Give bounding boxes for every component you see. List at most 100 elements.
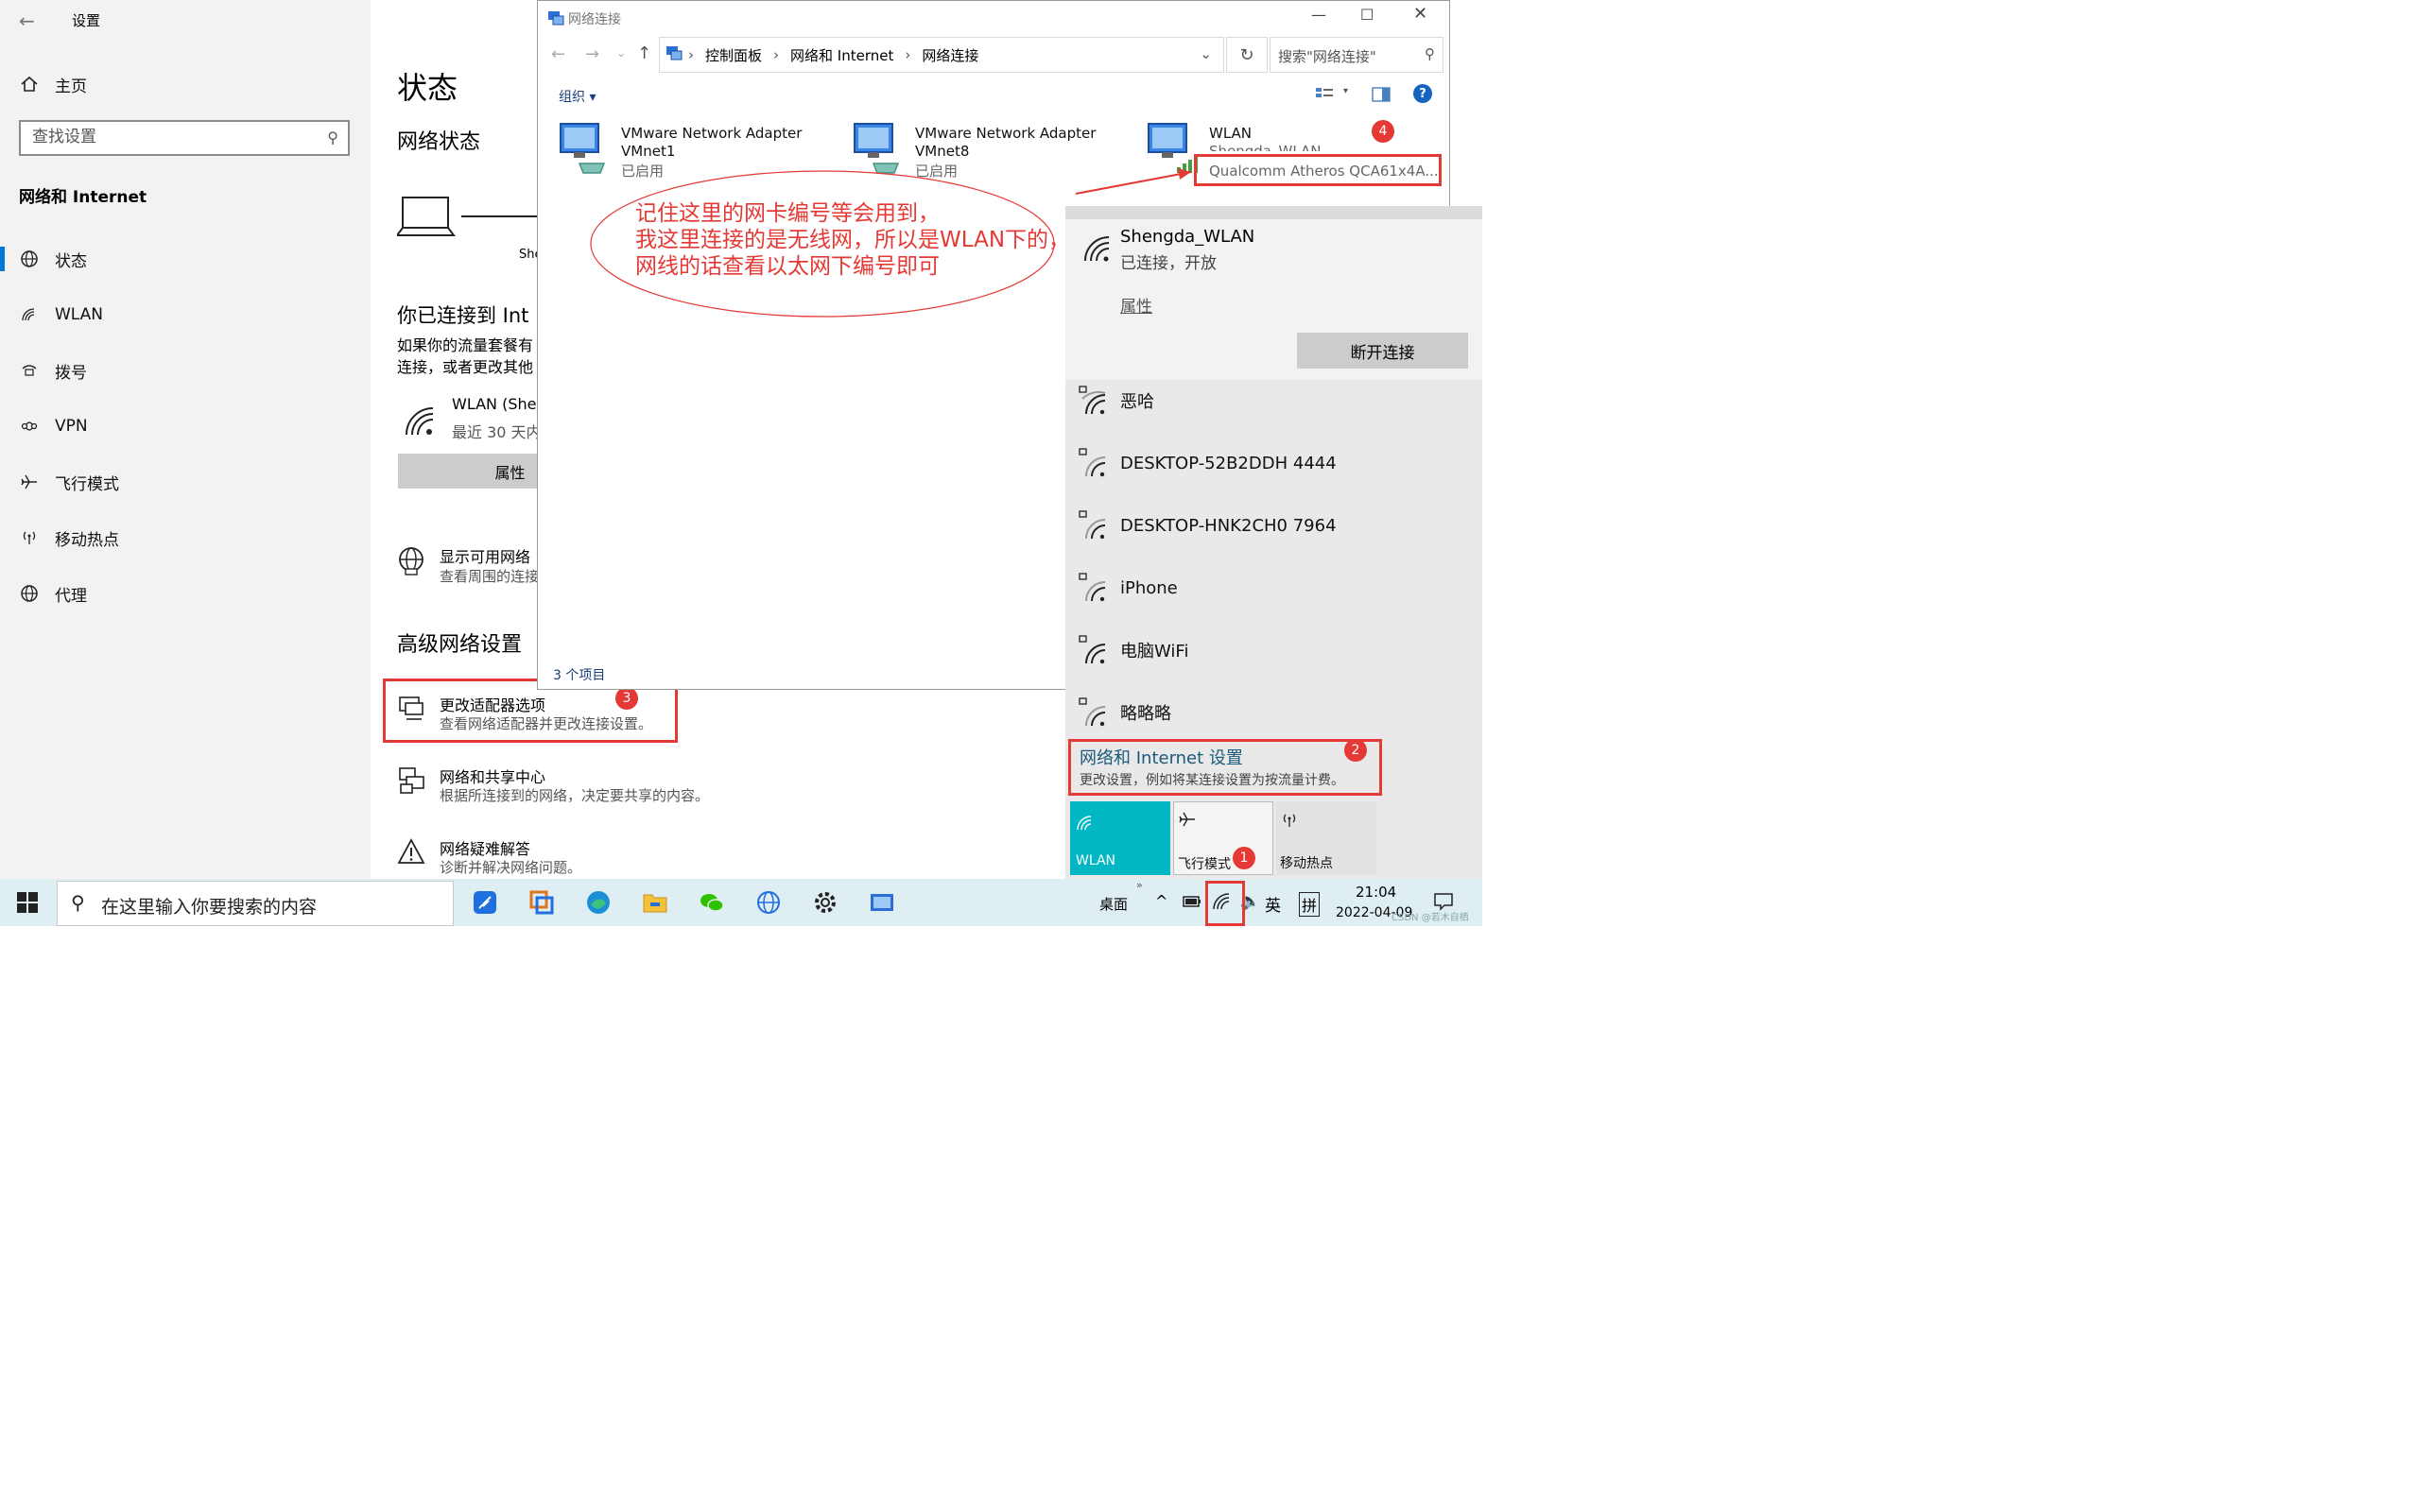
desktop-toolbar-label[interactable]: 桌面	[1099, 894, 1128, 914]
feather-app-icon[interactable]	[469, 886, 501, 919]
airplane-quick-tile[interactable]: 飞行模式	[1173, 801, 1273, 875]
close-button[interactable]: ✕	[1413, 4, 1427, 24]
globe-app-icon[interactable]	[752, 886, 785, 919]
badge-2: 2	[1344, 739, 1367, 762]
breadcrumb-separator: ›	[688, 46, 694, 63]
dialup-icon	[17, 358, 42, 383]
network-list-item[interactable]: 电脑WiFi	[1079, 635, 1188, 665]
back-arrow-icon[interactable]: ←	[19, 9, 35, 32]
vpn-icon	[17, 414, 42, 438]
up-arrow-icon[interactable]: ↑	[637, 43, 651, 63]
clock-time[interactable]: 21:04	[1356, 884, 1396, 901]
breadcrumb-separator: ›	[773, 46, 780, 63]
search-icon[interactable]: ⚲	[327, 129, 338, 146]
maximize-button[interactable]: ☐	[1360, 6, 1374, 24]
laptop-icon	[395, 194, 458, 243]
airplane-icon	[17, 470, 42, 494]
address-bar[interactable]: › 控制面板 › 网络和 Internet › 网络连接 ⌄	[659, 37, 1224, 73]
troubleshoot-link[interactable]: 网络疑难解答	[440, 836, 530, 859]
taskbar-search-box[interactable]: ⚲ 在这里输入你要搜索的内容	[57, 881, 454, 926]
settings-search-input[interactable]	[21, 122, 318, 152]
wlan-name: WLAN (Sher	[452, 395, 544, 413]
breadcrumb-network-internet[interactable]: 网络和 Internet	[790, 45, 893, 65]
hotspot-quick-tile[interactable]: 移动热点	[1276, 801, 1376, 875]
back-arrow-icon[interactable]: ←	[551, 44, 565, 64]
nav-hotspot[interactable]: 移动热点	[17, 525, 119, 550]
highlight-box-1	[1205, 881, 1245, 926]
wifi-icon	[403, 404, 435, 440]
globe-icon	[17, 581, 42, 606]
nav-wlan[interactable]: WLAN	[17, 302, 103, 327]
chevron-down-icon[interactable]: ⌄	[1200, 45, 1212, 62]
badge-4: 4	[1372, 120, 1394, 143]
globe-icon	[17, 247, 42, 271]
refresh-button[interactable]: ↻	[1226, 37, 1268, 73]
nav-home[interactable]: 主页	[17, 72, 87, 96]
annotation-line: 我这里连接的是无线网，所以是WLAN下的，	[635, 228, 1071, 252]
edge-browser-icon[interactable]	[582, 886, 614, 919]
network-list-item[interactable]: DESKTOP-52B2DDH 4444	[1079, 448, 1337, 478]
item-count: 3 个项目	[553, 668, 606, 683]
network-list-item[interactable]: DESKTOP-HNK2CH0 7964	[1079, 510, 1337, 541]
file-explorer-icon[interactable]	[639, 886, 671, 919]
csdn-watermark: CSDN @若木自栖	[1392, 913, 1469, 923]
battery-icon[interactable]	[1182, 894, 1202, 913]
connected-heading: 你已连接到 Int	[397, 304, 529, 327]
input-language-indicator[interactable]: 英	[1265, 892, 1281, 916]
sharing-center-link[interactable]: 网络和共享中心	[440, 765, 545, 787]
help-icon[interactable]: ?	[1413, 84, 1432, 103]
network-connections-taskbar-icon[interactable]	[866, 886, 898, 919]
wlan-properties-button[interactable]: 属性	[398, 454, 537, 489]
view-dropdown-icon[interactable]: ▾	[1343, 86, 1348, 96]
view-options-icon[interactable]	[1315, 86, 1336, 107]
wifi-icon	[1076, 815, 1093, 835]
connected-network-panel: Shengda_WLAN 已连接，开放 属性 断开连接	[1065, 219, 1482, 380]
nav-proxy[interactable]: 代理	[17, 581, 87, 606]
minimize-button[interactable]: —	[1311, 6, 1326, 24]
organize-menu[interactable]: 组织 ▾	[559, 87, 596, 106]
connection-line	[461, 215, 537, 217]
settings-gear-icon[interactable]	[809, 886, 841, 919]
wechat-icon[interactable]	[696, 886, 728, 919]
nav-airplane[interactable]: 飞行模式	[17, 470, 119, 494]
control-panel-icon	[666, 44, 683, 65]
show-hidden-icons-chevron-icon[interactable]: ^	[1155, 892, 1167, 910]
ime-mode-indicator[interactable]: 拼	[1299, 892, 1321, 917]
toolbar-chevron-icon[interactable]: »	[1136, 879, 1143, 891]
nav-vpn[interactable]: VPN	[17, 414, 88, 438]
airplane-icon	[1178, 810, 1197, 833]
annotation-text: 记住这里的网卡编号等会用到， 我这里连接的是无线网，所以是WLAN下的， 网线的…	[635, 200, 1070, 280]
secured-wifi-icon	[1079, 635, 1106, 664]
windows-start-icon[interactable]	[17, 892, 38, 917]
window-search-input[interactable]: 搜索"网络连接" ⚲	[1270, 37, 1443, 73]
nav-dialup[interactable]: 拨号	[17, 358, 87, 383]
connected-desc-1: 如果你的流量套餐有	[397, 336, 534, 354]
network-properties-link[interactable]: 属性	[1120, 293, 1152, 317]
nav-status[interactable]: 状态	[17, 247, 87, 271]
network-list-item[interactable]: iPhone	[1079, 573, 1178, 603]
vmware-icon[interactable]	[526, 886, 558, 919]
settings-search-box[interactable]: ⚲	[19, 120, 350, 156]
preview-pane-icon[interactable]	[1372, 86, 1391, 107]
secured-wifi-icon	[1079, 510, 1106, 540]
show-networks-desc: 查看周围的连接	[440, 568, 540, 585]
breadcrumb-network-connections[interactable]: 网络连接	[922, 45, 978, 65]
network-list-item[interactable]: 恶哈	[1079, 386, 1154, 416]
search-icon: ⚲	[1425, 45, 1435, 62]
annotation-line: 记住这里的网卡编号等会用到，	[635, 201, 940, 226]
disconnect-button[interactable]: 断开连接	[1297, 333, 1468, 369]
show-networks-title[interactable]: 显示可用网络	[440, 544, 530, 567]
forward-arrow-icon[interactable]: →	[585, 44, 599, 64]
connected-desc-2: 连接，或者更改其他	[397, 358, 534, 376]
wifi-icon	[17, 302, 42, 327]
advanced-heading: 高级网络设置	[397, 633, 523, 657]
wlan-quick-tile[interactable]: WLAN	[1070, 801, 1170, 875]
secured-wifi-icon	[1079, 448, 1106, 477]
sharing-center-desc: 根据所连接到的网络，决定要共享的内容。	[440, 787, 710, 804]
connected-network-name: Shengda_WLAN	[1120, 227, 1255, 247]
network-list-item[interactable]: 略略略	[1079, 697, 1171, 728]
breadcrumb-control-panel[interactable]: 控制面板	[705, 45, 762, 65]
recent-chevron-icon[interactable]: ⌄	[616, 46, 626, 60]
settings-content: 状态 网络状态 She 你已连接到 Int 如果你的流量套餐有 连接，或者更改其…	[371, 0, 543, 879]
notification-center-icon[interactable]	[1433, 892, 1454, 915]
